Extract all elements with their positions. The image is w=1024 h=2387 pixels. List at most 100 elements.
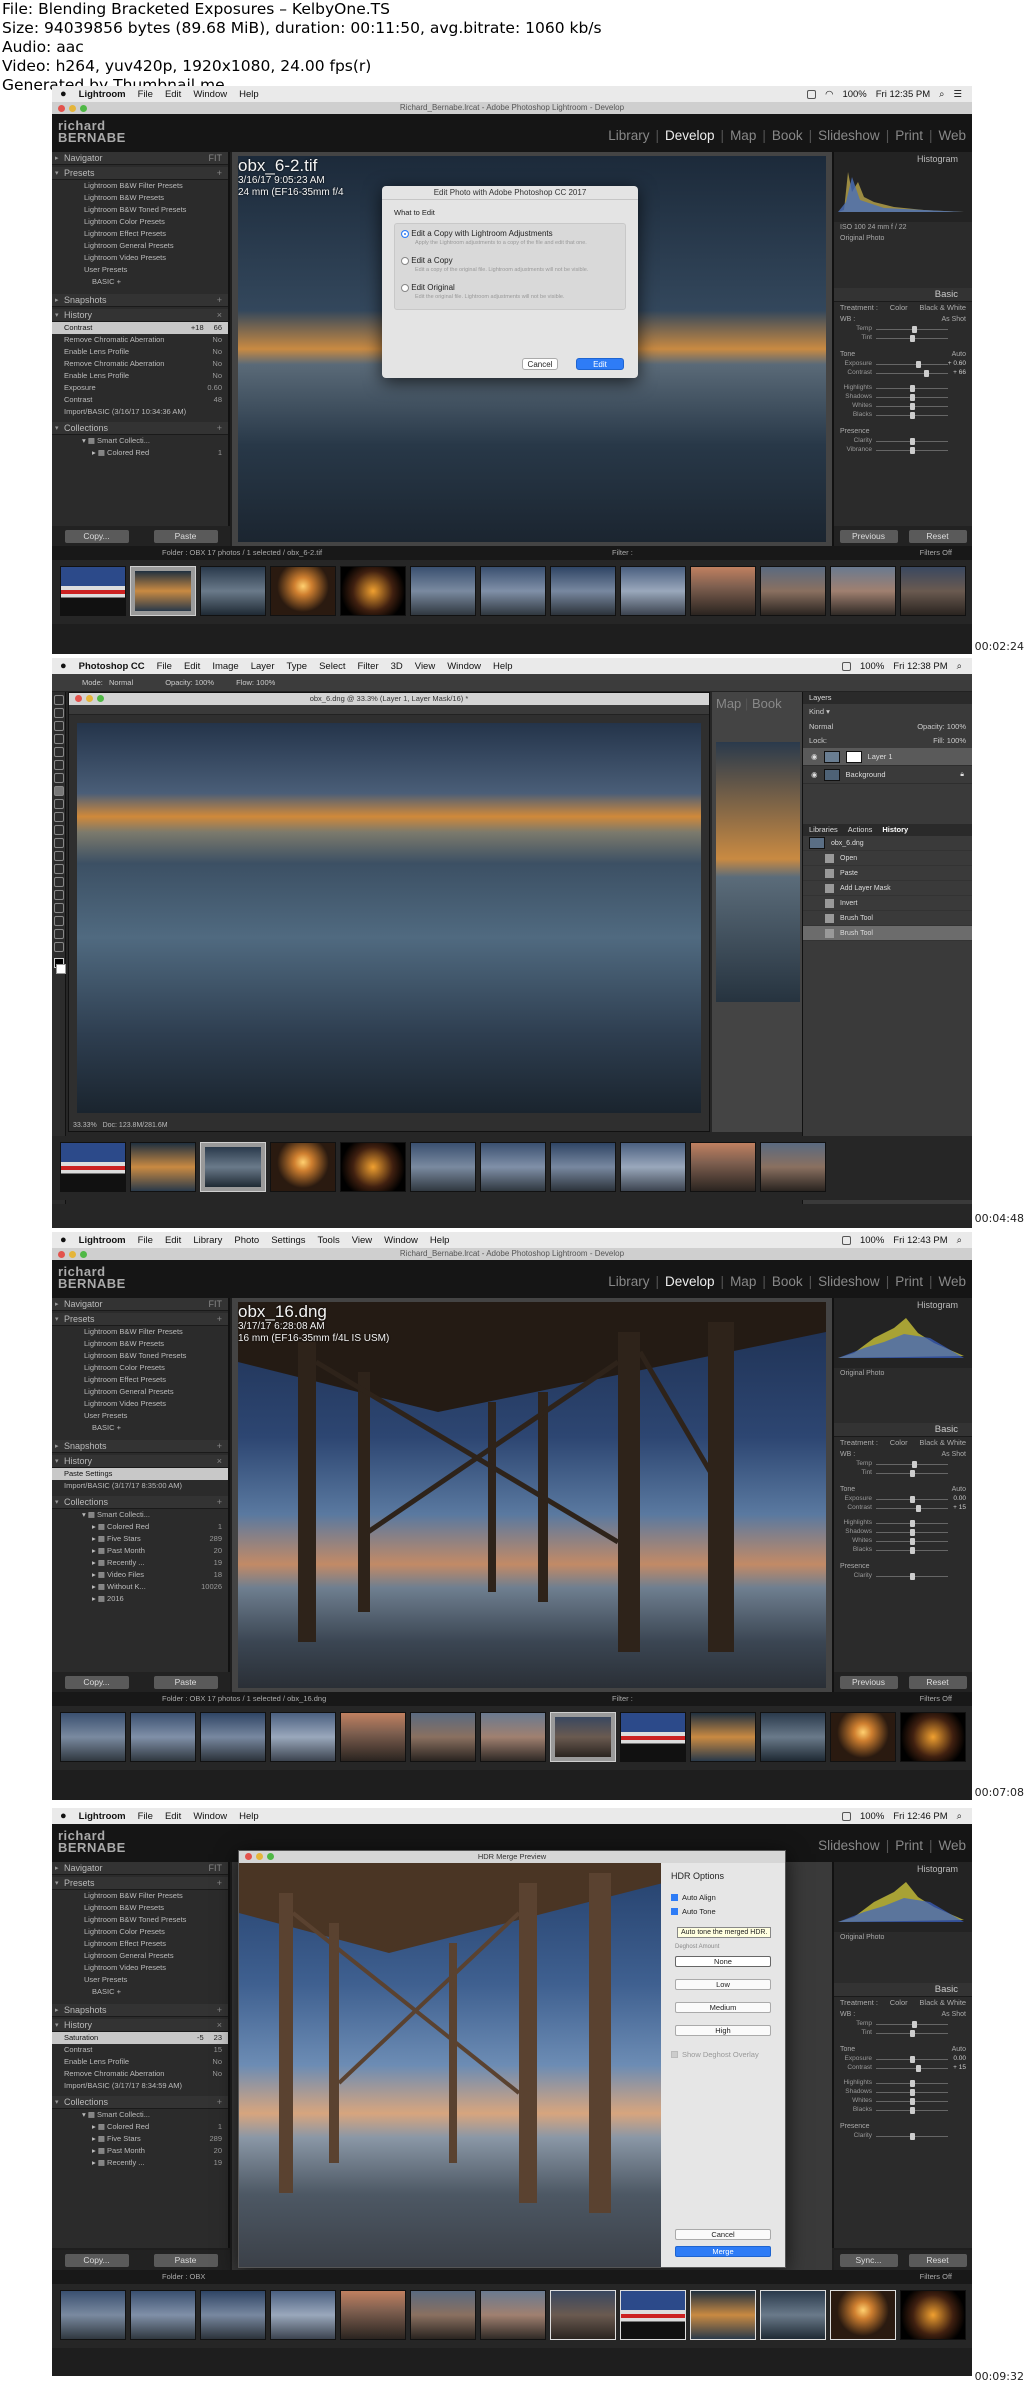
menu-window[interactable]: Window [193,1811,227,1822]
fit-button[interactable]: FIT [209,1862,223,1875]
filmstrip-thumbnail[interactable] [60,1712,126,1762]
preset-item[interactable]: BASIC + [52,1986,228,1998]
preset-item[interactable]: Lightroom B&W Toned Presets [52,1350,228,1362]
collections-header[interactable]: Collections + [52,2096,228,2109]
mode-select[interactable]: Normal [109,678,133,687]
history-item[interactable]: Remove Chromatic Aberration No [52,334,228,346]
reset-button[interactable]: Reset [908,2253,967,2267]
original-photo-toggle[interactable]: Original Photo [834,233,972,244]
deghost-high-button[interactable]: High [675,2025,771,2036]
menu-image[interactable]: Image [212,661,238,672]
filmstrip-thumbnail[interactable] [550,566,616,616]
menu-help[interactable]: Help [239,1811,259,1822]
menu-tools[interactable]: Tools [318,1235,340,1246]
module-library[interactable]: Library [608,128,649,143]
module-print[interactable]: Print [895,128,923,143]
status-icon[interactable] [841,1811,851,1821]
edit-button[interactable]: Edit [576,358,624,370]
filmstrip-thumbnail[interactable] [270,2290,336,2340]
filters-off-select[interactable]: Filters Off [920,546,952,560]
module-map[interactable]: Map [730,128,756,143]
layer-row[interactable]: ◉ Background 🔒︎ [803,766,972,784]
filmstrip-thumbnail[interactable] [550,1712,616,1762]
filters-off-select[interactable]: Filters Off [920,2270,952,2284]
navigator-header[interactable]: Navigator FIT [52,152,228,165]
filmstrip-thumbnail[interactable] [760,1712,826,1762]
treatment-bw[interactable]: Black & White [919,1997,966,2009]
zoom-dialog-icon[interactable] [267,1853,274,1860]
menu-window[interactable]: Window [447,661,481,672]
history-header[interactable]: History × [52,2019,228,2032]
collections-header[interactable]: Collections + [52,422,228,435]
status-icon[interactable] [807,89,817,99]
preset-item[interactable]: Lightroom Effect Presets [52,228,228,240]
history-item[interactable]: Contrast 48 [52,394,228,406]
cancel-button[interactable]: Cancel [522,358,558,370]
filmstrip-thumbnail[interactable] [410,1142,476,1192]
history-item[interactable]: Exposure 0.60 [52,382,228,394]
document-tab[interactable]: obx_6.dng @ 33.3% (Layer 1, Layer Mask/1… [69,693,709,705]
preset-item[interactable]: Lightroom B&W Filter Presets [52,1890,228,1902]
filmstrip-thumbnail[interactable] [480,2290,546,2340]
reset-button[interactable]: Reset [908,1675,967,1689]
filmstrip-thumbnail[interactable] [620,566,686,616]
filmstrip-thumbnail[interactable] [410,1712,476,1762]
apple-icon[interactable]: ● [60,660,67,672]
filmstrip-thumbnail[interactable] [830,566,896,616]
add-snapshot-icon[interactable]: + [217,2004,222,2017]
flow-field[interactable]: Flow: 100% [236,678,275,687]
collection-item[interactable]: ▸ ▦ Past Month 20 [52,1545,228,1557]
clear-history-icon[interactable]: × [217,2019,222,2032]
option-edit-copy[interactable]: Edit a Copy [401,256,619,265]
preset-item[interactable]: Lightroom General Presets [52,1950,228,1962]
checkbox-disabled[interactable] [671,2051,678,2058]
add-collection-icon[interactable]: + [217,422,222,435]
history-state[interactable]: Open [803,851,972,866]
search-icon[interactable]: ⌕ [939,89,944,100]
eraser-tool-icon[interactable] [54,825,64,835]
collection-item[interactable]: ▸ ▦ Recently ... 19 [52,1557,228,1569]
preset-item[interactable]: Lightroom B&W Toned Presets [52,1914,228,1926]
filmstrip-thumbnail[interactable] [200,566,266,616]
presets-header[interactable]: Presets + [52,1313,228,1326]
navigator-header[interactable]: Navigator FIT [52,1862,228,1875]
treatment-color[interactable]: Color [890,1437,908,1449]
eye-icon[interactable]: ◉ [811,770,818,779]
menu-edit[interactable]: Edit [165,89,181,100]
filmstrip-thumbnail[interactable] [270,566,336,616]
snapshots-header[interactable]: Snapshots + [52,1440,228,1453]
deghost-medium-button[interactable]: Medium [675,2002,771,2013]
actions-tab[interactable]: Actions [848,824,873,836]
deghost-none-button[interactable]: None [675,1956,771,1967]
layer-row[interactable]: ◉ Layer 1 [803,748,972,766]
menu-edit[interactable]: Edit [184,661,200,672]
exposure-slider[interactable]: Exposure 0.00 [840,2055,966,2064]
filmstrip-thumbnail[interactable] [830,1712,896,1762]
preset-item[interactable]: Lightroom General Presets [52,1386,228,1398]
module-library[interactable]: Library [608,1274,649,1289]
filmstrip-thumbnail[interactable] [550,1142,616,1192]
contrast-slider[interactable]: Contrast + 15 [840,2064,966,2073]
presets-header[interactable]: Presets + [52,1877,228,1890]
menu-file[interactable]: File [138,1811,153,1822]
menu-photo[interactable]: Photo [234,1235,259,1246]
filters-off-select[interactable]: Filters Off [920,1692,952,1706]
menu-select[interactable]: Select [319,661,345,672]
module-web[interactable]: Web [938,1274,966,1289]
menu-3d[interactable]: 3D [391,661,403,672]
lasso-tool-icon[interactable] [54,721,64,731]
fit-button[interactable]: FIT [209,1298,223,1311]
kind-filter[interactable]: Kind ▾ [809,707,830,716]
collection-item[interactable]: ▾ ▦ Smart Collecti... [52,1509,228,1521]
menu-file[interactable]: File [138,1235,153,1246]
history-state[interactable]: Paste [803,866,972,881]
menu-app[interactable]: Lightroom [79,1235,126,1246]
filmstrip-thumbnail[interactable] [130,1712,196,1762]
menu-type[interactable]: Type [286,661,307,672]
module-print[interactable]: Print [895,1274,923,1289]
preset-item[interactable]: User Presets [52,264,228,276]
menu-app[interactable]: Lightroom [79,1811,126,1822]
add-collection-icon[interactable]: + [217,1496,222,1509]
filmstrip-thumbnail[interactable] [130,1142,196,1192]
menu-settings[interactable]: Settings [271,1235,305,1246]
